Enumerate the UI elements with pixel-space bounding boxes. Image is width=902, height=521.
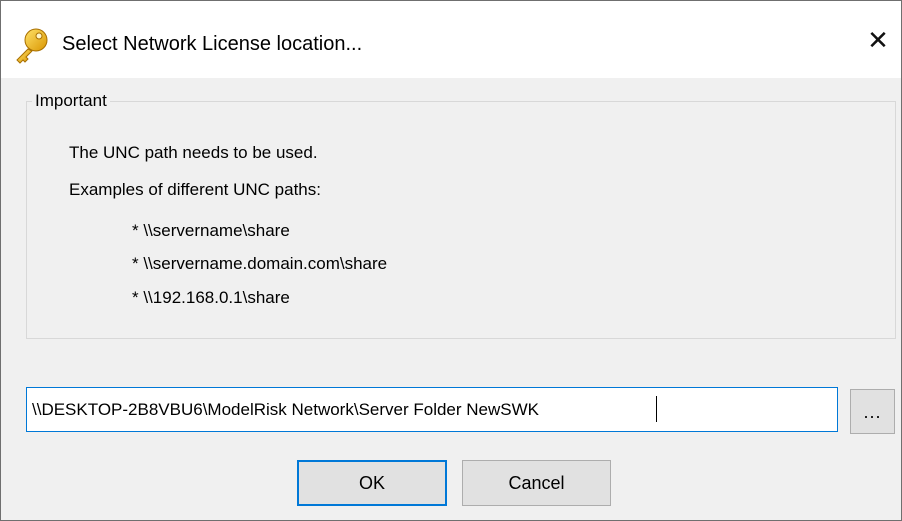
close-icon: ✕ bbox=[867, 25, 889, 55]
cancel-button[interactable]: Cancel bbox=[462, 460, 611, 506]
dialog-window: Select Network License location... ✕ Imp… bbox=[0, 0, 902, 521]
unc-example-item: * \\192.168.0.1\share bbox=[132, 288, 290, 307]
ok-button[interactable]: OK bbox=[297, 460, 447, 506]
groupbox-legend: Important bbox=[32, 90, 110, 112]
dialog-title: Select Network License location... bbox=[62, 33, 363, 55]
unc-examples-heading: Examples of different UNC paths: bbox=[69, 180, 321, 199]
key-icon bbox=[11, 25, 55, 65]
title-bar[interactable]: Select Network License location... ✕ bbox=[1, 1, 901, 78]
unc-example-item: * \\servername\share bbox=[132, 221, 290, 240]
unc-instruction-text: The UNC path needs to be used. bbox=[69, 143, 318, 162]
close-button[interactable]: ✕ bbox=[855, 19, 901, 61]
unc-example-item: * \\servername.domain.com\share bbox=[132, 254, 388, 273]
network-path-input[interactable] bbox=[26, 387, 838, 432]
browse-button[interactable]: ... bbox=[850, 389, 895, 434]
text-caret bbox=[656, 396, 657, 422]
